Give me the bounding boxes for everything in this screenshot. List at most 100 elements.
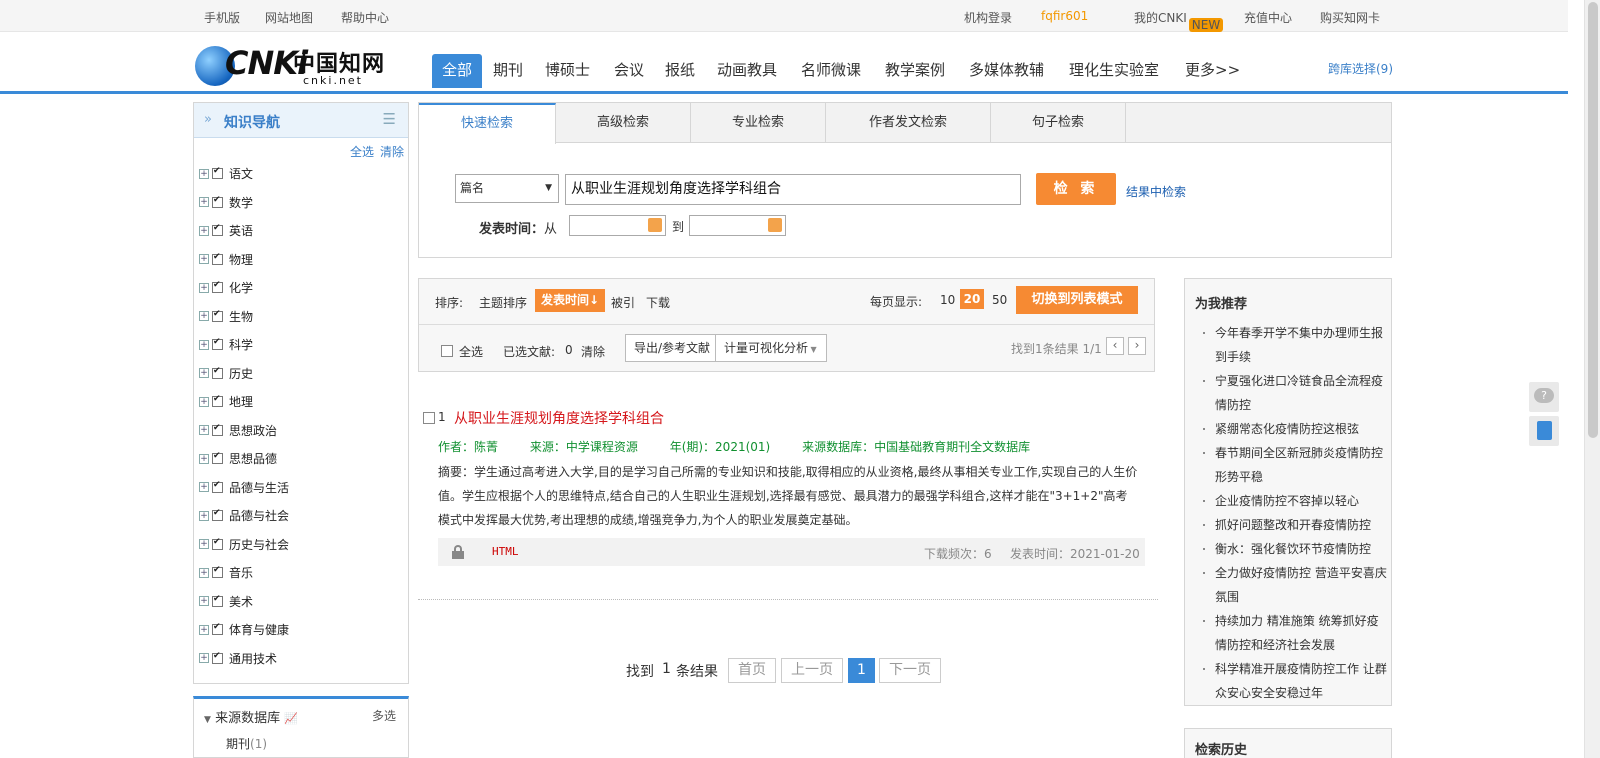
search-button[interactable]: 检 索: [1036, 173, 1116, 205]
result-author[interactable]: 作者：陈菁: [438, 440, 498, 454]
tab-sentence-search[interactable]: 句子检索: [991, 103, 1126, 143]
nav-newspaper[interactable]: 报纸: [665, 54, 695, 86]
page-scrollbar[interactable]: [1584, 0, 1600, 758]
subject-item[interactable]: + 历史与社会: [199, 536, 289, 556]
plus-icon[interactable]: +: [199, 567, 209, 578]
sidebar-clear[interactable]: 清除: [380, 143, 404, 160]
plus-icon[interactable]: +: [199, 653, 209, 663]
check-icon[interactable]: [212, 195, 223, 208]
subject-item[interactable]: + 语文: [199, 165, 253, 185]
double-arrow-icon[interactable]: »: [204, 112, 212, 127]
subject-label[interactable]: 品德与生活: [229, 481, 289, 495]
subject-item[interactable]: + 科学: [199, 336, 253, 356]
recommend-item[interactable]: 全力做好疫情防控 营造平安喜庆氛围: [1199, 561, 1387, 609]
subject-label[interactable]: 美术: [229, 595, 253, 609]
subject-item[interactable]: + 思想政治: [199, 422, 277, 442]
nav-microlesson[interactable]: 名师微课: [801, 54, 861, 86]
clear-selected[interactable]: 清除: [581, 343, 605, 360]
cnki-logo[interactable]: CNKi 中国知网 cnki.net: [195, 42, 400, 90]
multi-select-link[interactable]: 多选: [372, 707, 396, 724]
check-icon[interactable]: [212, 366, 223, 379]
nav-conference[interactable]: 会议: [614, 54, 644, 86]
plus-icon[interactable]: +: [199, 396, 209, 407]
select-all-checkbox[interactable]: [441, 345, 453, 357]
nav-journal[interactable]: 期刊: [493, 54, 523, 86]
field-select[interactable]: 篇名 ▼: [455, 174, 559, 203]
feedback-float-button[interactable]: ?: [1529, 382, 1559, 412]
subject-label[interactable]: 生物: [229, 310, 253, 324]
subject-label[interactable]: 物理: [229, 253, 253, 267]
plus-icon[interactable]: +: [199, 482, 209, 492]
tab-author-search[interactable]: 作者发文检索: [826, 103, 991, 143]
check-icon[interactable]: [212, 309, 223, 322]
buy-card-link[interactable]: 购买知网卡: [1320, 9, 1380, 26]
check-icon[interactable]: [212, 451, 223, 464]
nav-animation[interactable]: 动画教具: [717, 54, 777, 86]
result-title[interactable]: 从职业生涯规划角度选择学科组合: [454, 408, 664, 428]
source-db-header[interactable]: ▼ 来源数据库 📈: [204, 707, 298, 726]
recommend-item[interactable]: 持续加力 精准施策 统筹抓好疫情防控和经济社会发展: [1199, 609, 1387, 657]
subject-label[interactable]: 化学: [229, 281, 253, 295]
my-cnki-link[interactable]: 我的CNKI NEW: [1134, 9, 1224, 32]
check-icon[interactable]: [212, 651, 223, 664]
chevron-right-icon[interactable]: ›: [1128, 337, 1146, 355]
nav-all[interactable]: 全部: [432, 54, 483, 88]
nav-lab[interactable]: 理化生实验室: [1069, 54, 1159, 86]
sitemap-link[interactable]: 网站地图: [265, 9, 313, 26]
recommend-item[interactable]: 今年春季开学不集中办理师生报到手续: [1199, 321, 1387, 369]
sort-pubtime[interactable]: 发表时间↓: [535, 289, 606, 312]
help-link[interactable]: 帮助中心: [341, 9, 389, 26]
subject-item[interactable]: + 思想品德: [199, 450, 277, 470]
subject-label[interactable]: 体育与健康: [229, 623, 289, 637]
subject-item[interactable]: + 数学: [199, 194, 253, 214]
subject-label[interactable]: 英语: [229, 224, 253, 238]
plus-icon[interactable]: +: [199, 168, 209, 179]
recommend-item[interactable]: 紧绷常态化疫情防控这根弦: [1199, 417, 1387, 441]
plus-icon[interactable]: +: [199, 596, 209, 606]
subject-label[interactable]: 科学: [229, 338, 253, 352]
nav-more[interactable]: 更多>>: [1185, 54, 1240, 86]
plus-icon[interactable]: +: [199, 368, 209, 378]
check-icon[interactable]: [212, 508, 223, 521]
plus-icon[interactable]: +: [199, 624, 209, 635]
calendar-icon[interactable]: [648, 218, 662, 232]
subject-label[interactable]: 品德与社会: [229, 509, 289, 523]
date-from-input[interactable]: [569, 215, 666, 236]
per-page-20[interactable]: 20: [960, 289, 984, 309]
sort-download[interactable]: 下载: [646, 294, 670, 311]
check-icon[interactable]: [212, 622, 223, 635]
plus-icon[interactable]: +: [199, 254, 209, 264]
recommend-item[interactable]: 衡水：强化餐饮环节疫情防控: [1199, 537, 1387, 561]
check-icon[interactable]: [212, 280, 223, 293]
recommend-item[interactable]: 宁夏强化进口冷链食品全流程疫情防控: [1199, 369, 1387, 417]
result-source[interactable]: 来源：中学课程资源: [530, 440, 638, 454]
pager-current[interactable]: 1: [848, 658, 875, 683]
nav-thesis[interactable]: 博硕士: [545, 54, 590, 86]
mobile-link[interactable]: 手机版: [204, 9, 240, 26]
search-input[interactable]: 从职业生涯规划角度选择学科组合: [565, 174, 1021, 205]
check-icon[interactable]: [212, 594, 223, 607]
document-float-button[interactable]: [1529, 416, 1559, 446]
source-db-item-journal[interactable]: 期刊(1): [226, 735, 267, 752]
pager-first[interactable]: 首页: [728, 658, 776, 683]
tab-professional-search[interactable]: 专业检索: [691, 103, 826, 143]
pager-next[interactable]: 下一页: [879, 658, 941, 683]
calendar-icon[interactable]: [768, 218, 782, 232]
visual-analysis-button[interactable]: 计量可视化分析 ▼: [715, 334, 827, 362]
check-icon[interactable]: [212, 423, 223, 436]
date-to-input[interactable]: [689, 215, 786, 236]
subject-label[interactable]: 历史与社会: [229, 538, 289, 552]
plus-icon[interactable]: +: [199, 425, 209, 435]
check-icon[interactable]: [212, 565, 223, 578]
recommend-item[interactable]: 抓好问题整改和开春疫情防控: [1199, 513, 1387, 537]
check-icon[interactable]: [212, 337, 223, 350]
plus-icon[interactable]: +: [199, 311, 209, 321]
subject-item[interactable]: + 地理: [199, 393, 253, 413]
subject-item[interactable]: + 品德与生活: [199, 479, 289, 499]
plus-icon[interactable]: +: [199, 510, 209, 521]
check-icon[interactable]: [212, 537, 223, 550]
recharge-link[interactable]: 充值中心: [1244, 9, 1292, 26]
subject-label[interactable]: 思想政治: [229, 424, 277, 438]
chevron-left-icon[interactable]: ‹: [1106, 337, 1124, 355]
username-link[interactable]: fqfir601: [1041, 9, 1088, 23]
